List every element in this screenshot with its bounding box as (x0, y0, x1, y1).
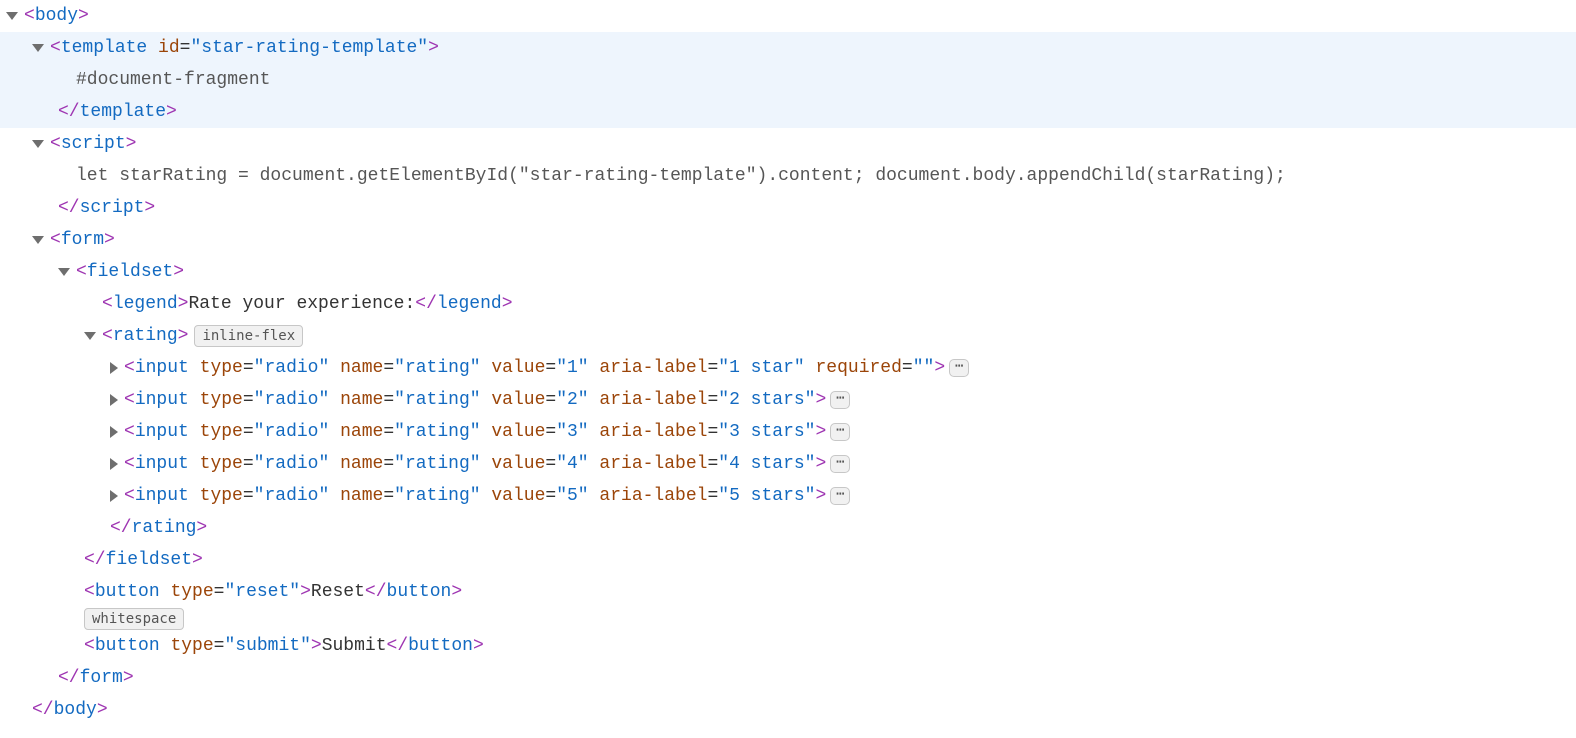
caret-closed-icon[interactable] (110, 394, 118, 406)
caret-closed-icon[interactable] (110, 490, 118, 502)
ellipsis-icon[interactable]: ⋯ (830, 487, 850, 505)
node-rating-close[interactable]: </rating> (0, 512, 1576, 544)
node-legend[interactable]: <legend>Rate your experience:</legend> (0, 288, 1576, 320)
node-input-3[interactable]: <input type="radio" name="rating" value=… (0, 416, 1576, 448)
layout-badge[interactable]: inline-flex (194, 325, 303, 347)
caret-open-icon[interactable] (32, 44, 44, 52)
ellipsis-icon[interactable]: ⋯ (830, 455, 850, 473)
node-whitespace[interactable]: whitespace (0, 608, 1576, 630)
caret-closed-icon[interactable] (110, 458, 118, 470)
caret-open-icon[interactable] (32, 140, 44, 148)
node-rating-open[interactable]: <rating> inline-flex (0, 320, 1576, 352)
caret-open-icon[interactable] (6, 12, 18, 20)
node-script-close[interactable]: </script> (0, 192, 1576, 224)
node-button-reset[interactable]: <button type="reset" >Reset</button> (0, 576, 1576, 608)
ellipsis-icon[interactable]: ⋯ (830, 423, 850, 441)
node-fieldset-close[interactable]: </fieldset> (0, 544, 1576, 576)
ellipsis-icon[interactable]: ⋯ (949, 359, 969, 377)
node-document-fragment[interactable]: #document-fragment (0, 64, 1576, 96)
caret-closed-icon[interactable] (110, 362, 118, 374)
whitespace-badge[interactable]: whitespace (84, 608, 184, 630)
node-input-1[interactable]: <input type="radio" name="rating" value=… (0, 352, 1576, 384)
node-input-2[interactable]: <input type="radio" name="rating" value=… (0, 384, 1576, 416)
node-form-close[interactable]: </form> (0, 662, 1576, 694)
node-body-close[interactable]: </body> (0, 694, 1576, 726)
caret-open-icon[interactable] (32, 236, 44, 244)
caret-open-icon[interactable] (58, 268, 70, 276)
node-input-5[interactable]: <input type="radio" name="rating" value=… (0, 480, 1576, 512)
ellipsis-icon[interactable]: ⋯ (830, 391, 850, 409)
caret-open-icon[interactable] (84, 332, 96, 340)
node-button-submit[interactable]: <button type="submit" >Submit</button> (0, 630, 1576, 662)
node-script-open[interactable]: <script> (0, 128, 1576, 160)
node-form-open[interactable]: <form> (0, 224, 1576, 256)
node-template-close[interactable]: </template> (0, 96, 1576, 128)
dom-tree: <body> <template id="star-rating-templat… (0, 0, 1576, 726)
node-fieldset-open[interactable]: <fieldset> (0, 256, 1576, 288)
node-input-4[interactable]: <input type="radio" name="rating" value=… (0, 448, 1576, 480)
caret-closed-icon[interactable] (110, 426, 118, 438)
node-template-open[interactable]: <template id="star-rating-template" > (0, 32, 1576, 64)
node-body-open[interactable]: <body> (0, 0, 1576, 32)
node-script-content[interactable]: let starRating = document.getElementById… (0, 160, 1576, 192)
